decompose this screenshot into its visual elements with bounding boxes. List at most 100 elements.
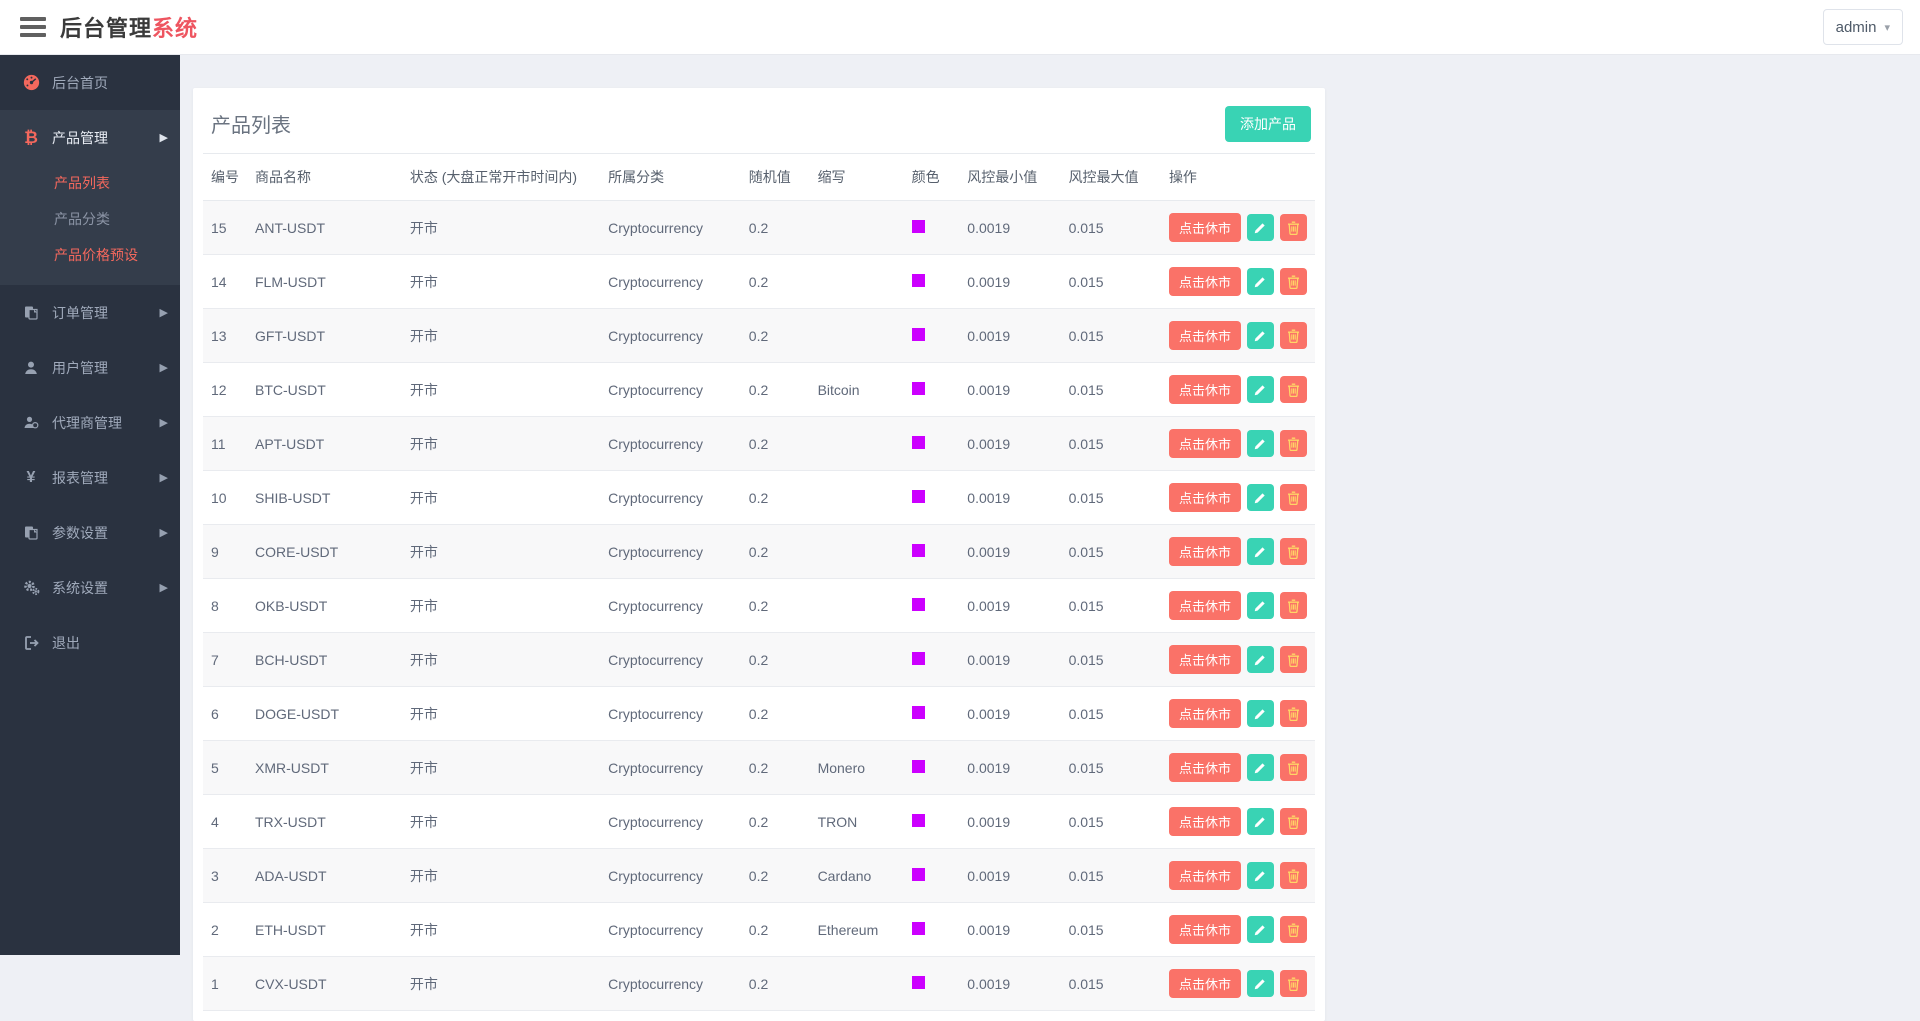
edit-button[interactable] (1247, 970, 1274, 997)
table-row: 12 BTC-USDT 开市 Cryptocurrency 0.2 Bitcoi… (203, 363, 1315, 417)
trash-icon (1287, 383, 1300, 397)
edit-button[interactable] (1247, 754, 1274, 781)
sidebar-item-system[interactable]: 系统设置 ▶ (0, 560, 180, 615)
close-market-button[interactable]: 点击休市 (1169, 375, 1241, 404)
cell-risk-min: 0.0019 (959, 741, 1060, 795)
pencil-icon (1254, 545, 1267, 558)
add-product-button[interactable]: 添加产品 (1225, 106, 1311, 142)
delete-button[interactable] (1280, 322, 1307, 349)
menu-toggle-icon[interactable] (20, 17, 46, 37)
edit-button[interactable] (1247, 808, 1274, 835)
cell-name: XMR-USDT (247, 741, 402, 795)
cell-status: 开市 (402, 417, 600, 471)
sidebar-item-label: 后台首页 (52, 73, 168, 93)
sidebar-item-users[interactable]: 用户管理 ▶ (0, 340, 180, 395)
close-market-button[interactable]: 点击休市 (1169, 267, 1241, 296)
table-row: 10 SHIB-USDT 开市 Cryptocurrency 0.2 0.001… (203, 471, 1315, 525)
delete-button[interactable] (1280, 700, 1307, 727)
delete-button[interactable] (1280, 430, 1307, 457)
sidebar-item-home[interactable]: 后台首页 (0, 55, 180, 110)
edit-button[interactable] (1247, 916, 1274, 943)
edit-button[interactable] (1247, 268, 1274, 295)
delete-button[interactable] (1280, 970, 1307, 997)
cell-operations: 点击休市 (1161, 687, 1315, 741)
cell-category: Cryptocurrency (600, 417, 741, 471)
cell-abbr: TRON (810, 795, 904, 849)
close-market-button[interactable]: 点击休市 (1169, 645, 1241, 674)
edit-button[interactable] (1247, 376, 1274, 403)
cell-random: 0.2 (741, 741, 810, 795)
delete-button[interactable] (1280, 268, 1307, 295)
sidebar-item-orders[interactable]: 订单管理 ▶ (0, 285, 180, 340)
sidebar-item-label: 退出 (52, 633, 168, 653)
edit-button[interactable] (1247, 430, 1274, 457)
col-operations: 操作 (1161, 154, 1315, 201)
cell-status: 开市 (402, 795, 600, 849)
cell-category: Cryptocurrency (600, 201, 741, 255)
cell-abbr (810, 471, 904, 525)
user-dropdown[interactable]: admin ▾ (1823, 9, 1903, 45)
cell-random: 0.2 (741, 957, 810, 1011)
close-market-button[interactable]: 点击休市 (1169, 213, 1241, 242)
delete-button[interactable] (1280, 592, 1307, 619)
close-market-button[interactable]: 点击休市 (1169, 807, 1241, 836)
close-market-button[interactable]: 点击休市 (1169, 699, 1241, 728)
edit-button[interactable] (1247, 592, 1274, 619)
chevron-right-icon: ▶ (160, 361, 168, 374)
cell-status: 开市 (402, 849, 600, 903)
close-market-button[interactable]: 点击休市 (1169, 483, 1241, 512)
cell-risk-min: 0.0019 (959, 417, 1060, 471)
edit-button[interactable] (1247, 646, 1274, 673)
color-swatch (912, 220, 925, 233)
delete-button[interactable] (1280, 916, 1307, 943)
sidebar-item-agents[interactable]: 代理商管理 ▶ (0, 395, 180, 450)
cell-risk-min: 0.0019 (959, 957, 1060, 1011)
cell-random: 0.2 (741, 363, 810, 417)
edit-button[interactable] (1247, 484, 1274, 511)
edit-button[interactable] (1247, 862, 1274, 889)
sidebar-item-reports[interactable]: ¥ 报表管理 ▶ (0, 450, 180, 505)
close-market-button[interactable]: 点击休市 (1169, 591, 1241, 620)
edit-button[interactable] (1247, 700, 1274, 727)
sidebar-item-logout[interactable]: 退出 (0, 615, 180, 670)
close-market-button[interactable]: 点击休市 (1169, 537, 1241, 566)
table-row: 4 TRX-USDT 开市 Cryptocurrency 0.2 TRON 0.… (203, 795, 1315, 849)
delete-button[interactable] (1280, 646, 1307, 673)
delete-button[interactable] (1280, 376, 1307, 403)
cell-risk-max: 0.015 (1061, 525, 1161, 579)
edit-button[interactable] (1247, 538, 1274, 565)
delete-button[interactable] (1280, 754, 1307, 781)
cell-risk-min: 0.0019 (959, 201, 1060, 255)
cell-risk-min: 0.0019 (959, 471, 1060, 525)
close-market-button[interactable]: 点击休市 (1169, 861, 1241, 890)
cell-category: Cryptocurrency (600, 687, 741, 741)
sidebar-item-products[interactable]: ₿ 产品管理 ▶ (0, 110, 180, 165)
cell-random: 0.2 (741, 579, 810, 633)
close-market-button[interactable]: 点击休市 (1169, 969, 1241, 998)
delete-button[interactable] (1280, 538, 1307, 565)
delete-button[interactable] (1280, 862, 1307, 889)
color-swatch (912, 922, 925, 935)
cell-status: 开市 (402, 309, 600, 363)
sidebar-group-products: ₿ 产品管理 ▶ 产品列表 产品分类 产品价格预设 (0, 110, 180, 285)
close-market-button[interactable]: 点击休市 (1169, 753, 1241, 782)
sidebar-subitem-product-category[interactable]: 产品分类 (0, 201, 180, 237)
cell-operations: 点击休市 (1161, 957, 1315, 1011)
delete-button[interactable] (1280, 808, 1307, 835)
close-market-button[interactable]: 点击休市 (1169, 915, 1241, 944)
sidebar-subitem-product-list[interactable]: 产品列表 (0, 165, 180, 201)
delete-button[interactable] (1280, 484, 1307, 511)
cell-category: Cryptocurrency (600, 363, 741, 417)
cell-risk-min: 0.0019 (959, 849, 1060, 903)
sidebar-item-label: 报表管理 (52, 468, 160, 488)
close-market-button[interactable]: 点击休市 (1169, 321, 1241, 350)
edit-button[interactable] (1247, 214, 1274, 241)
sidebar-subitem-product-price-preset[interactable]: 产品价格预设 (0, 237, 180, 273)
edit-button[interactable] (1247, 322, 1274, 349)
sidebar-item-label: 产品管理 (52, 128, 160, 148)
sidebar-item-params[interactable]: 参数设置 ▶ (0, 505, 180, 560)
close-market-button[interactable]: 点击休市 (1169, 429, 1241, 458)
delete-button[interactable] (1280, 214, 1307, 241)
cell-color (904, 687, 960, 741)
cell-color (904, 957, 960, 1011)
